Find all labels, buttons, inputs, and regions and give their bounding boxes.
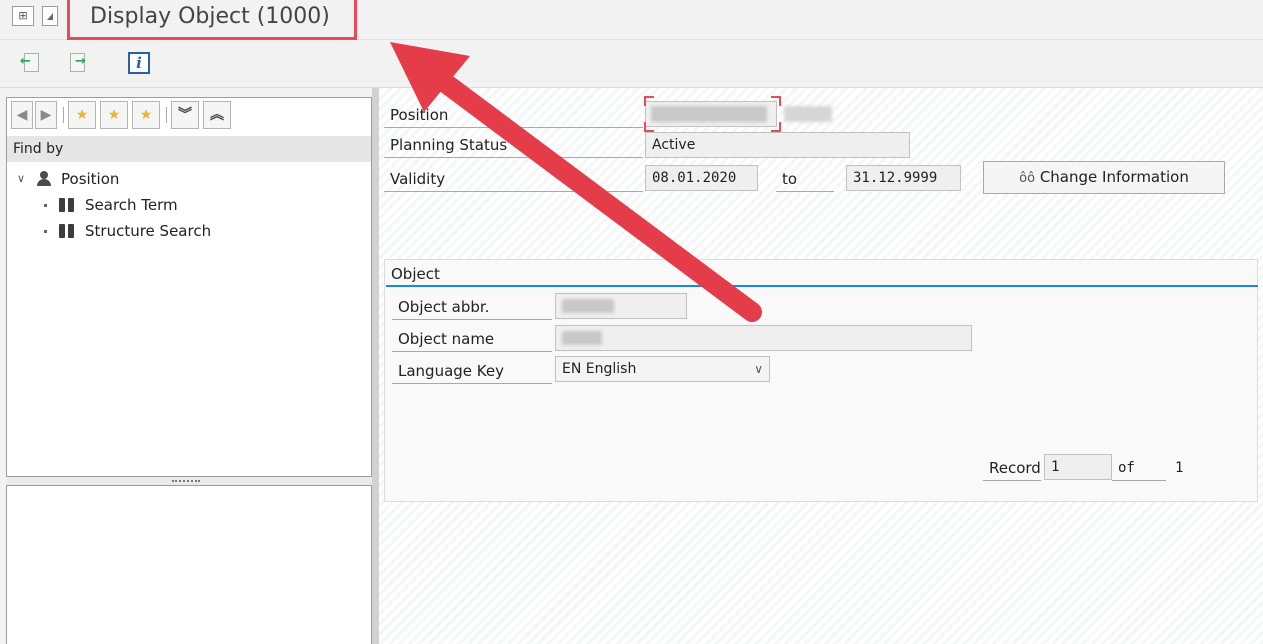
forward-arrow-icon[interactable]: ▶ [35, 101, 57, 129]
record-label: Record [983, 455, 1041, 481]
focus-bracket [644, 96, 654, 106]
validity-to-field[interactable]: 31.12.9999 [846, 165, 961, 191]
planning-status-label: Planning Status [384, 132, 643, 158]
position-label: Position [384, 102, 643, 128]
glasses-icon: ôô [1019, 171, 1036, 186]
search-tree: ∨ Position Search Term Structure Search [7, 166, 371, 244]
object-name-redacted [562, 331, 602, 345]
change-information-label: Change Information [1039, 168, 1189, 186]
validity-from-field[interactable]: 08.01.2020 [645, 165, 758, 191]
language-key-label: Language Key [392, 358, 552, 384]
binoculars-icon [59, 198, 75, 212]
of-label: of [1112, 455, 1166, 481]
language-key-dropdown[interactable]: EN English ∨ [555, 356, 770, 382]
object-group-title: Object [391, 265, 440, 283]
object-abbr-redacted [562, 299, 614, 313]
collapse-all-icon[interactable]: ︽ [203, 101, 231, 129]
toolbar-toggle-icon[interactable] [42, 6, 58, 26]
validity-to-label: to [776, 166, 834, 192]
binoculars-icon [59, 224, 75, 238]
splitter-grip-icon[interactable] [172, 480, 200, 482]
search-area: ◀ ▶ ★ ★ ★ ︾ ︽ Find by ∨ Position Search … [6, 97, 372, 477]
tree-node-position[interactable]: ∨ Position [7, 166, 371, 192]
expand-all-icon[interactable]: ︾ [171, 101, 199, 129]
title-bar: ⊞ Display Object (1000) [0, 0, 1263, 40]
object-name-field[interactable] [555, 325, 972, 351]
validity-label: Validity [384, 166, 643, 192]
find-by-header: Find by [7, 136, 371, 162]
chevron-down-icon[interactable]: ∨ [754, 357, 763, 381]
detail-area: Position Planning Status Active Validity… [379, 88, 1263, 644]
application-toolbar: i [0, 40, 1263, 88]
object-name-label: Object name [392, 326, 552, 352]
planning-status-field[interactable]: Active [645, 132, 910, 158]
bullet-icon [44, 204, 47, 207]
object-group-box: Object Object abbr. Object name Language… [384, 259, 1258, 502]
record-total: 1 [1175, 460, 1184, 476]
object-manager-panel: ◀ ▶ ★ ★ ★ ︾ ︽ Find by ∨ Position Search … [6, 97, 372, 644]
tree-label: Position [61, 170, 120, 188]
record-number-field[interactable]: 1 [1044, 454, 1112, 480]
system-menu-icon[interactable]: ⊞ [12, 6, 34, 26]
focus-bracket [644, 122, 654, 132]
title-highlight-box [67, 0, 357, 40]
bullet-icon [44, 230, 47, 233]
language-key-value: EN English [562, 361, 637, 377]
previous-document-icon[interactable] [20, 52, 42, 74]
object-abbr-label: Object abbr. [392, 294, 552, 320]
back-arrow-icon[interactable]: ◀ [11, 101, 33, 129]
nav-toolbar: ◀ ▶ ★ ★ ★ ︾ ︽ [8, 99, 370, 133]
chevron-down-icon[interactable]: ∨ [17, 166, 25, 192]
toolbar-separator [166, 107, 167, 123]
tree-node-search-term[interactable]: Search Term [7, 192, 371, 218]
panel-splitter[interactable] [6, 477, 372, 485]
vertical-splitter[interactable] [372, 88, 379, 644]
selection-area [6, 485, 372, 644]
focus-bracket [771, 96, 781, 106]
toolbar-separator [63, 107, 64, 123]
tree-node-structure-search[interactable]: Structure Search [7, 218, 371, 244]
person-icon [37, 171, 51, 186]
focus-bracket [771, 122, 781, 132]
delete-favorite-icon[interactable]: ★ [132, 101, 160, 129]
tree-label: Search Term [85, 196, 178, 214]
add-favorite-icon[interactable]: ★ [68, 101, 96, 129]
favorite-star-icon[interactable]: ★ [100, 101, 128, 129]
tree-label: Structure Search [85, 222, 212, 240]
next-document-icon[interactable] [66, 52, 88, 74]
position-name-redacted [784, 106, 832, 122]
group-title-underline [386, 285, 1258, 287]
info-icon[interactable]: i [128, 52, 150, 74]
position-id-redacted [651, 106, 767, 122]
change-information-button[interactable]: ôô Change Information [983, 161, 1225, 194]
